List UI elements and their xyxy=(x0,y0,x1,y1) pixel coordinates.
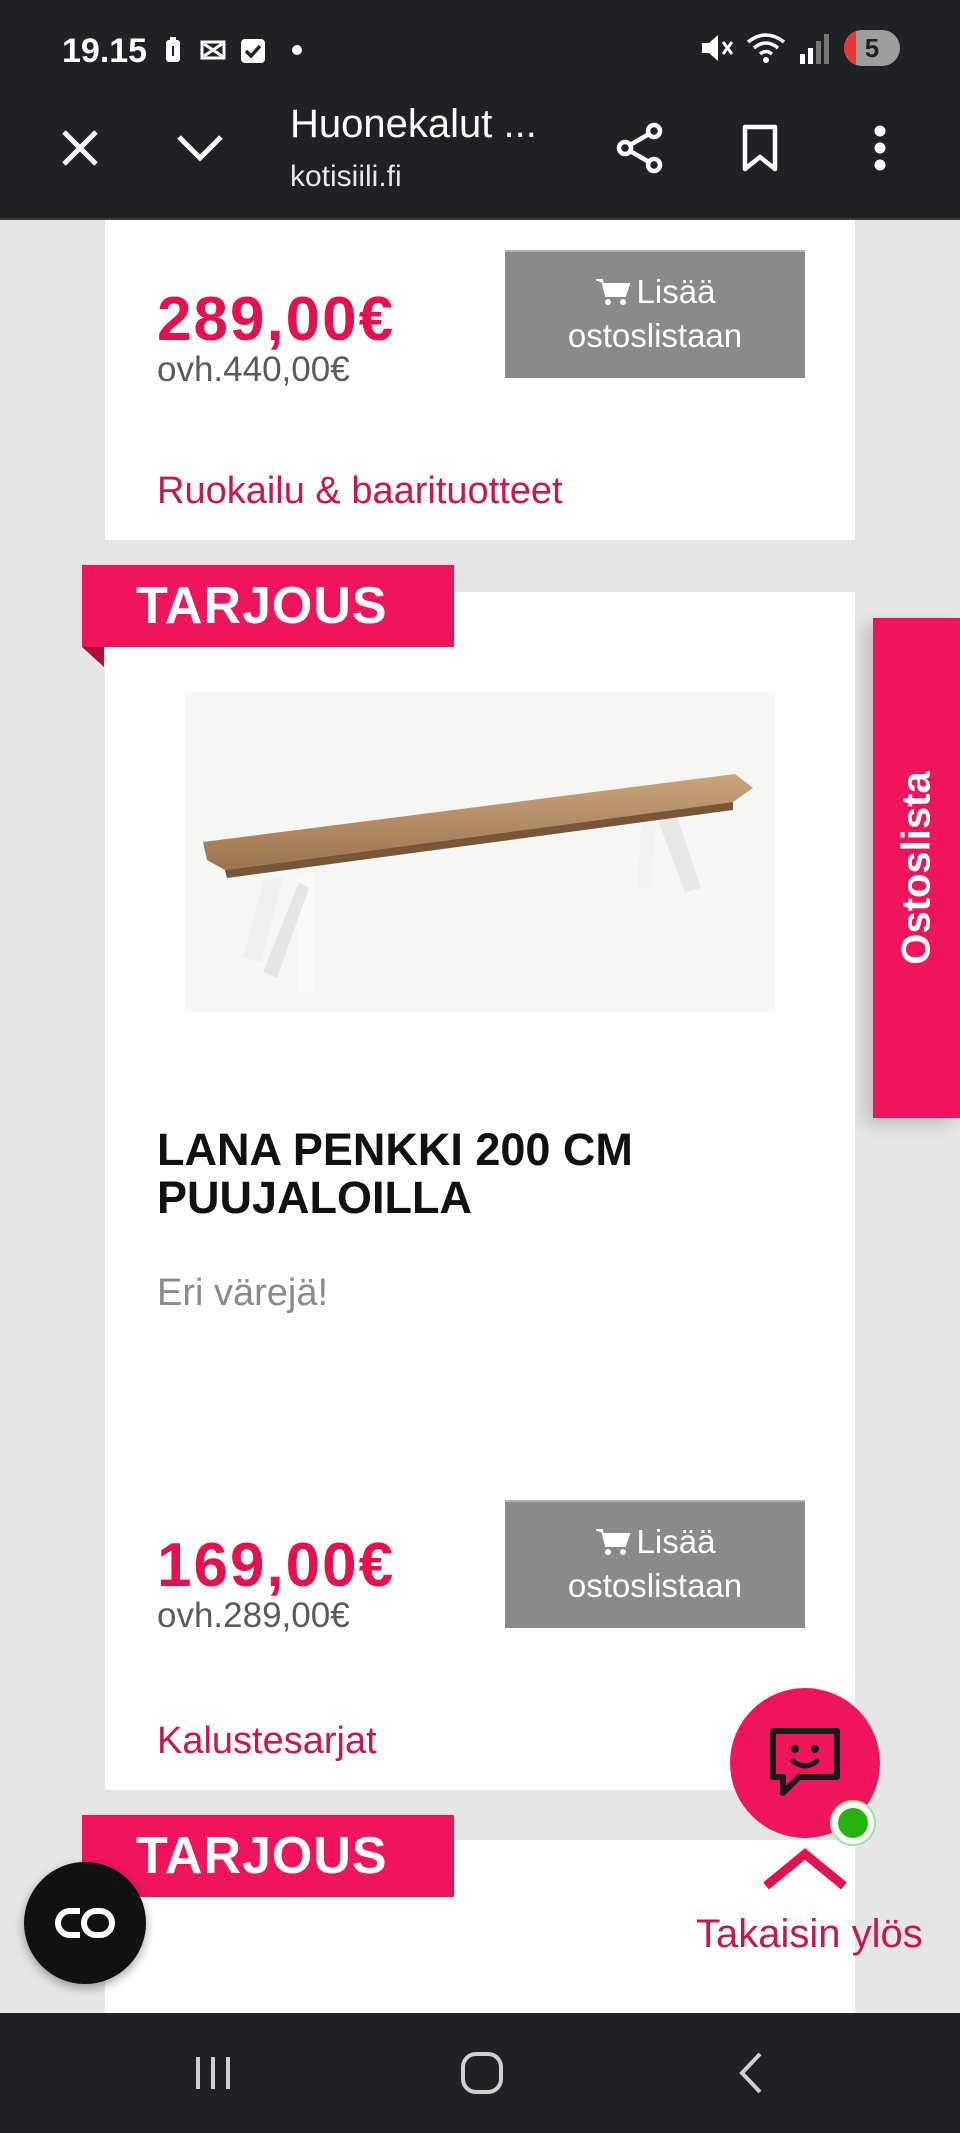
recents-icon xyxy=(196,2057,230,2089)
recents-button[interactable] xyxy=(178,2041,248,2105)
chat-smile-icon xyxy=(770,1728,840,1796)
home-button[interactable] xyxy=(447,2041,517,2105)
bench-image xyxy=(203,774,753,992)
product-card: 289,00€ ovh.440,00€ Lisää ostoslistaan R… xyxy=(105,220,855,540)
page-domain[interactable]: kotisiili.fi xyxy=(290,160,402,194)
minimize-button[interactable] xyxy=(168,116,232,180)
product-description: Eri värejä! xyxy=(157,1272,329,1314)
share-button[interactable] xyxy=(608,116,672,180)
system-status-icons: 5 xyxy=(698,30,900,66)
product-category-link[interactable]: Kalustesarjat xyxy=(157,1720,377,1763)
reader-mode-button[interactable] xyxy=(24,1862,146,1984)
signal-icon xyxy=(800,34,829,64)
notification-icons xyxy=(160,36,302,64)
offer-badge: TARJOUS xyxy=(82,565,454,647)
system-nav-bar xyxy=(0,2013,960,2133)
product-price: 169,00€ xyxy=(157,1531,396,1600)
home-icon xyxy=(461,2052,503,2094)
back-button[interactable] xyxy=(716,2041,786,2105)
back-to-top-label: Takaisin ylös xyxy=(696,1912,923,1956)
more-icon xyxy=(874,125,886,171)
cart-icon xyxy=(595,279,630,305)
page-title[interactable]: Huonekalut ... xyxy=(290,102,537,147)
product-old-price: ovh.440,00€ xyxy=(157,350,350,389)
link-co-icon xyxy=(55,1908,115,1938)
product-image[interactable] xyxy=(185,692,775,1012)
cart-icon xyxy=(595,1529,630,1555)
back-icon xyxy=(739,2052,762,2094)
shopping-list-tab-label: Ostoslista xyxy=(894,771,938,965)
chat-online-indicator xyxy=(830,1800,876,1846)
wifi-icon xyxy=(746,33,786,63)
add-to-shopping-list-button[interactable]: Lisää ostoslistaan xyxy=(505,250,805,378)
bookmark-button[interactable] xyxy=(728,116,792,180)
offer-badge-fold xyxy=(82,647,104,667)
status-time: 19.15 xyxy=(62,32,148,70)
capcut-icon xyxy=(200,40,226,60)
product-price: 289,00€ xyxy=(157,285,396,354)
checkbox-icon xyxy=(241,39,265,63)
product-name[interactable]: LANA PENKKI 200 CM PUUJALOILLA xyxy=(157,1126,757,1222)
add-to-shopping-list-button[interactable]: Lisää ostoslistaan xyxy=(505,1500,805,1628)
battery-saver-icon xyxy=(166,37,180,62)
offer-badge: TARJOUS xyxy=(82,1815,454,1897)
more-notifications-dot xyxy=(292,45,302,55)
shopping-list-tab[interactable]: Ostoslista xyxy=(873,618,960,1118)
chevron-up-icon xyxy=(763,1848,847,1890)
share-icon xyxy=(616,122,663,174)
battery-indicator: 5 xyxy=(844,30,900,66)
close-icon xyxy=(62,130,98,166)
status-bar: 19.15 5 xyxy=(0,0,960,106)
product-old-price: ovh.289,00€ xyxy=(157,1596,350,1635)
bookmark-icon xyxy=(742,124,778,172)
more-options-button[interactable] xyxy=(848,116,912,180)
battery-level: 5 xyxy=(864,32,880,63)
product-card: LANA PENKKI 200 CM PUUJALOILLA Eri värej… xyxy=(105,592,855,1790)
close-button[interactable] xyxy=(48,116,112,180)
product-category-link[interactable]: Ruokailu & baarituotteet xyxy=(157,470,563,513)
chevron-down-icon xyxy=(177,135,223,162)
mute-icon xyxy=(702,35,734,61)
